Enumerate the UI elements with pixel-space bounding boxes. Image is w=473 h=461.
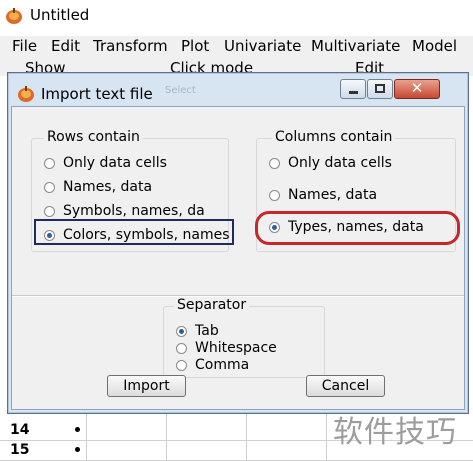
app-title: Untitled (30, 6, 90, 24)
highlight-box-rows (34, 219, 234, 245)
app-logo-icon (6, 8, 22, 24)
menu-plot[interactable]: Plot (181, 37, 209, 55)
radio-label: Comma (195, 357, 250, 373)
menu-edit[interactable]: Edit (51, 37, 80, 55)
dialog-body: Rows contain Only data cells Names, data… (11, 106, 465, 410)
close-button[interactable]: ✕ (394, 79, 440, 99)
import-button[interactable]: Import (107, 375, 186, 397)
radio-icon[interactable] (269, 190, 280, 201)
radio-icon[interactable] (269, 158, 280, 169)
menu-bar: File Edit Transform Plot Univariate Mult… (0, 36, 473, 58)
menu-file[interactable]: File (12, 37, 37, 55)
row-marker-icon (75, 427, 80, 432)
separator-label: Separator (174, 297, 250, 313)
app-titlebar: Untitled (0, 0, 473, 34)
radio-icon[interactable] (44, 182, 55, 193)
watermark-text: 软件技巧 (333, 415, 457, 450)
radio-selected-icon[interactable] (176, 326, 187, 337)
radio-label: Names, data (288, 187, 378, 203)
menu-multivariate[interactable]: Multivariate (311, 37, 400, 55)
radio-label: Symbols, names, da (63, 203, 205, 219)
columns-contain-label: Columns contain (272, 129, 396, 145)
radio-label: Only data cells (63, 155, 167, 171)
maximize-icon (375, 84, 385, 93)
radio-icon[interactable] (44, 206, 55, 217)
radio-label: Names, data (63, 179, 153, 195)
dialog-title: Import text file (41, 85, 153, 103)
radio-icon[interactable] (176, 360, 187, 371)
ghost-select-label: Select (165, 85, 196, 96)
minimize-button[interactable] (340, 79, 366, 99)
radio-icon[interactable] (44, 158, 55, 169)
row-number: 15 (10, 442, 30, 458)
minimize-icon (349, 91, 358, 94)
row-marker-icon (75, 447, 80, 452)
app-logo-icon (18, 86, 34, 102)
radio-label: Only data cells (288, 155, 392, 171)
row-number: 14 (10, 422, 30, 438)
menu-univariate[interactable]: Univariate (224, 37, 301, 55)
radio-icon[interactable] (176, 343, 187, 354)
maximize-button[interactable] (367, 79, 393, 99)
highlight-box-columns (255, 211, 460, 245)
cancel-button[interactable]: Cancel (306, 375, 385, 397)
rows-contain-label: Rows contain (44, 129, 143, 145)
import-dialog: Import text file Select ✕ Rows contain O… (7, 72, 469, 414)
radio-label: Whitespace (195, 340, 277, 356)
radio-label: Tab (195, 323, 219, 339)
menu-model[interactable]: Model (412, 37, 457, 55)
separator-group: Separator Tab Whitespace Comma (163, 297, 325, 378)
menu-transform[interactable]: Transform (93, 37, 168, 55)
close-icon: ✕ (410, 79, 424, 97)
